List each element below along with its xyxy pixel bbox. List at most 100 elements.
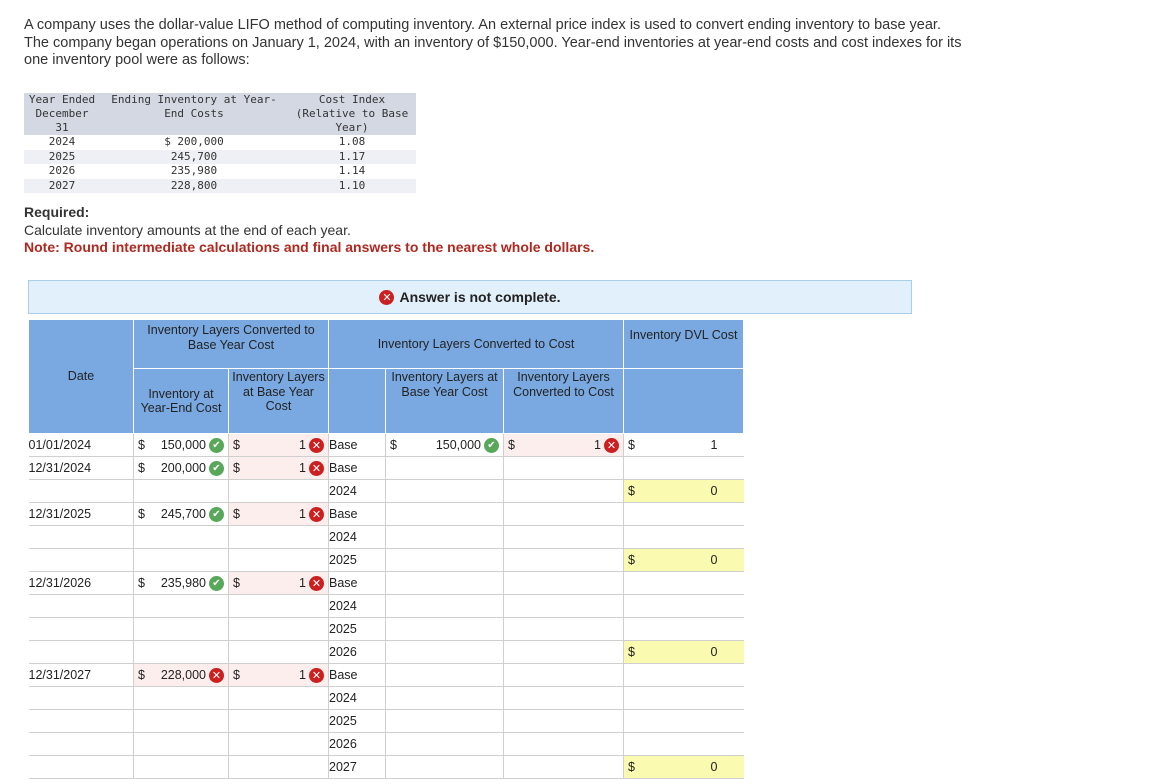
dvl-cost-cell[interactable]: $0 xyxy=(623,479,744,503)
base-layer-input[interactable]: 1 xyxy=(245,668,306,682)
given-year: 2026 xyxy=(48,164,76,177)
layer-label: Base xyxy=(329,668,358,682)
dvl-cost-input[interactable]: 0 xyxy=(640,645,740,659)
layer-label: Base xyxy=(329,507,358,521)
converted-cell xyxy=(503,732,624,756)
header-base-layers: Inventory Layers at Base Year Cost xyxy=(228,368,329,434)
converted-cell xyxy=(503,525,624,549)
base-layer-cell[interactable]: $1 ✕ xyxy=(228,663,329,687)
check-icon: ✔ xyxy=(209,460,224,476)
base-layer-cell[interactable]: $1 ✕ xyxy=(228,433,329,457)
dollar-sign: $ xyxy=(138,668,145,682)
header-blank xyxy=(328,368,386,434)
header-group-converted: Inventory Layers Converted to Cost xyxy=(328,319,624,369)
dvl-cost-cell[interactable]: $0 xyxy=(623,548,744,572)
header-group-base-year: Inventory Layers Converted to Base Year … xyxy=(133,319,329,369)
layer-base-cell[interactable]: $150,000 ✔ xyxy=(385,433,504,457)
dvl-cost-cell xyxy=(623,502,744,526)
date-cell: 12/31/2025 xyxy=(28,502,134,526)
layer-label-cell: Base xyxy=(328,456,386,480)
check-icon: ✔ xyxy=(209,437,224,453)
dvl-cost-input[interactable]: 0 xyxy=(640,553,740,567)
layer-base-cell xyxy=(385,479,504,503)
end-cost-cell[interactable]: $245,700 ✔ xyxy=(133,502,229,526)
date-label: 01/01/2024 xyxy=(28,438,92,452)
dvl-cost-cell xyxy=(623,594,744,618)
base-layer-cell xyxy=(228,755,329,779)
base-layer-cell xyxy=(228,525,329,549)
date-cell: 12/31/2026 xyxy=(28,571,134,595)
layer-label: 2026 xyxy=(329,737,357,751)
layer-base-cell xyxy=(385,525,504,549)
base-layer-cell[interactable]: $1 ✕ xyxy=(228,456,329,480)
table-row: 2025 xyxy=(28,617,744,641)
dollar-sign: $ xyxy=(628,484,635,498)
end-cost-cell[interactable]: $228,000 ✕ xyxy=(133,663,229,687)
given-ending-inventory: 245,700 xyxy=(100,149,288,164)
table-row: 12/31/2026 $235,980 ✔ $1 ✕ Base xyxy=(28,571,744,595)
table-row: 2025 xyxy=(28,709,744,733)
end-cost-cell[interactable]: $150,000 ✔ xyxy=(133,433,229,457)
layer-label-cell: 2024 xyxy=(328,525,386,549)
layer-label: 2027 xyxy=(329,760,357,774)
dvl-cost-input[interactable]: 1 xyxy=(640,438,740,452)
end-cost-input[interactable]: 245,700 xyxy=(150,507,206,521)
layer-base-cell xyxy=(385,502,504,526)
dvl-cost-input[interactable]: 0 xyxy=(640,484,740,498)
given-cost-index: 1.17 xyxy=(288,149,416,164)
end-cost-input[interactable]: 235,980 xyxy=(150,576,206,590)
dvl-cost-cell xyxy=(623,525,744,549)
dvl-cost-cell[interactable]: $0 xyxy=(623,755,744,779)
base-layer-cell[interactable]: $1 ✕ xyxy=(228,571,329,595)
layer-base-cell xyxy=(385,732,504,756)
end-cost-cell[interactable]: $200,000 ✔ xyxy=(133,456,229,480)
converted-cell[interactable]: $1 ✕ xyxy=(503,433,624,457)
base-layer-input[interactable]: 1 xyxy=(245,438,306,452)
given-row: 2024 $ 200,000 1.08 xyxy=(24,135,416,150)
converted-cell xyxy=(503,594,624,618)
layer-label-cell: Base xyxy=(328,433,386,457)
table-row: 12/31/2024 $200,000 ✔ $1 ✕ Base xyxy=(28,456,744,480)
layer-base-cell xyxy=(385,755,504,779)
layer-base-cell xyxy=(385,456,504,480)
end-cost-input[interactable]: 150,000 xyxy=(150,438,206,452)
header-layers-converted: Inventory Layers Converted to Cost xyxy=(503,368,624,434)
layer-label-cell: 2024 xyxy=(328,479,386,503)
base-layer-input[interactable]: 1 xyxy=(245,507,306,521)
dvl-cost-cell[interactable]: $1 xyxy=(623,433,744,457)
date-cell xyxy=(28,479,134,503)
end-cost-input[interactable]: 200,000 xyxy=(150,461,206,475)
base-layer-input[interactable]: 1 xyxy=(245,461,306,475)
required-text: Calculate inventory amounts at the end o… xyxy=(24,221,351,238)
converted-cell xyxy=(503,686,624,710)
given-header-cost-index: Cost Index (Relative to Base Year) xyxy=(288,93,416,135)
layer-label-cell: 2027 xyxy=(328,755,386,779)
dollar-sign: $ xyxy=(138,576,145,590)
layer-base-cell xyxy=(385,640,504,664)
given-cost-index: 1.14 xyxy=(338,164,366,177)
base-layer-cell[interactable]: $1 ✕ xyxy=(228,502,329,526)
table-row: 2024 xyxy=(28,525,744,549)
converted-cell xyxy=(503,709,624,733)
table-row: 2027 $0 xyxy=(28,755,744,779)
given-year: 2025 xyxy=(24,149,100,164)
dvl-cost-cell[interactable]: $0 xyxy=(623,640,744,664)
converted-cell xyxy=(503,663,624,687)
layer-label: Base xyxy=(329,576,358,590)
end-cost-cell[interactable]: $235,980 ✔ xyxy=(133,571,229,595)
table-row: 2026 xyxy=(28,732,744,756)
base-layer-input[interactable]: 1 xyxy=(245,576,306,590)
layer-label: 2025 xyxy=(329,714,357,728)
dvl-cost-input[interactable]: 0 xyxy=(640,760,740,774)
layer-label-cell: 2024 xyxy=(328,686,386,710)
base-layer-cell xyxy=(228,617,329,641)
end-cost-cell xyxy=(133,755,229,779)
layer-label-cell: Base xyxy=(328,663,386,687)
layer-base-input[interactable]: 150,000 xyxy=(402,438,481,452)
base-layer-cell xyxy=(228,548,329,572)
dvl-cost-cell xyxy=(623,571,744,595)
dollar-sign: $ xyxy=(628,438,635,452)
converted-input[interactable]: 1 xyxy=(520,438,601,452)
table-row: 12/31/2027 $228,000 ✕ $1 ✕ Base xyxy=(28,663,744,687)
end-cost-input[interactable]: 228,000 xyxy=(150,668,206,682)
